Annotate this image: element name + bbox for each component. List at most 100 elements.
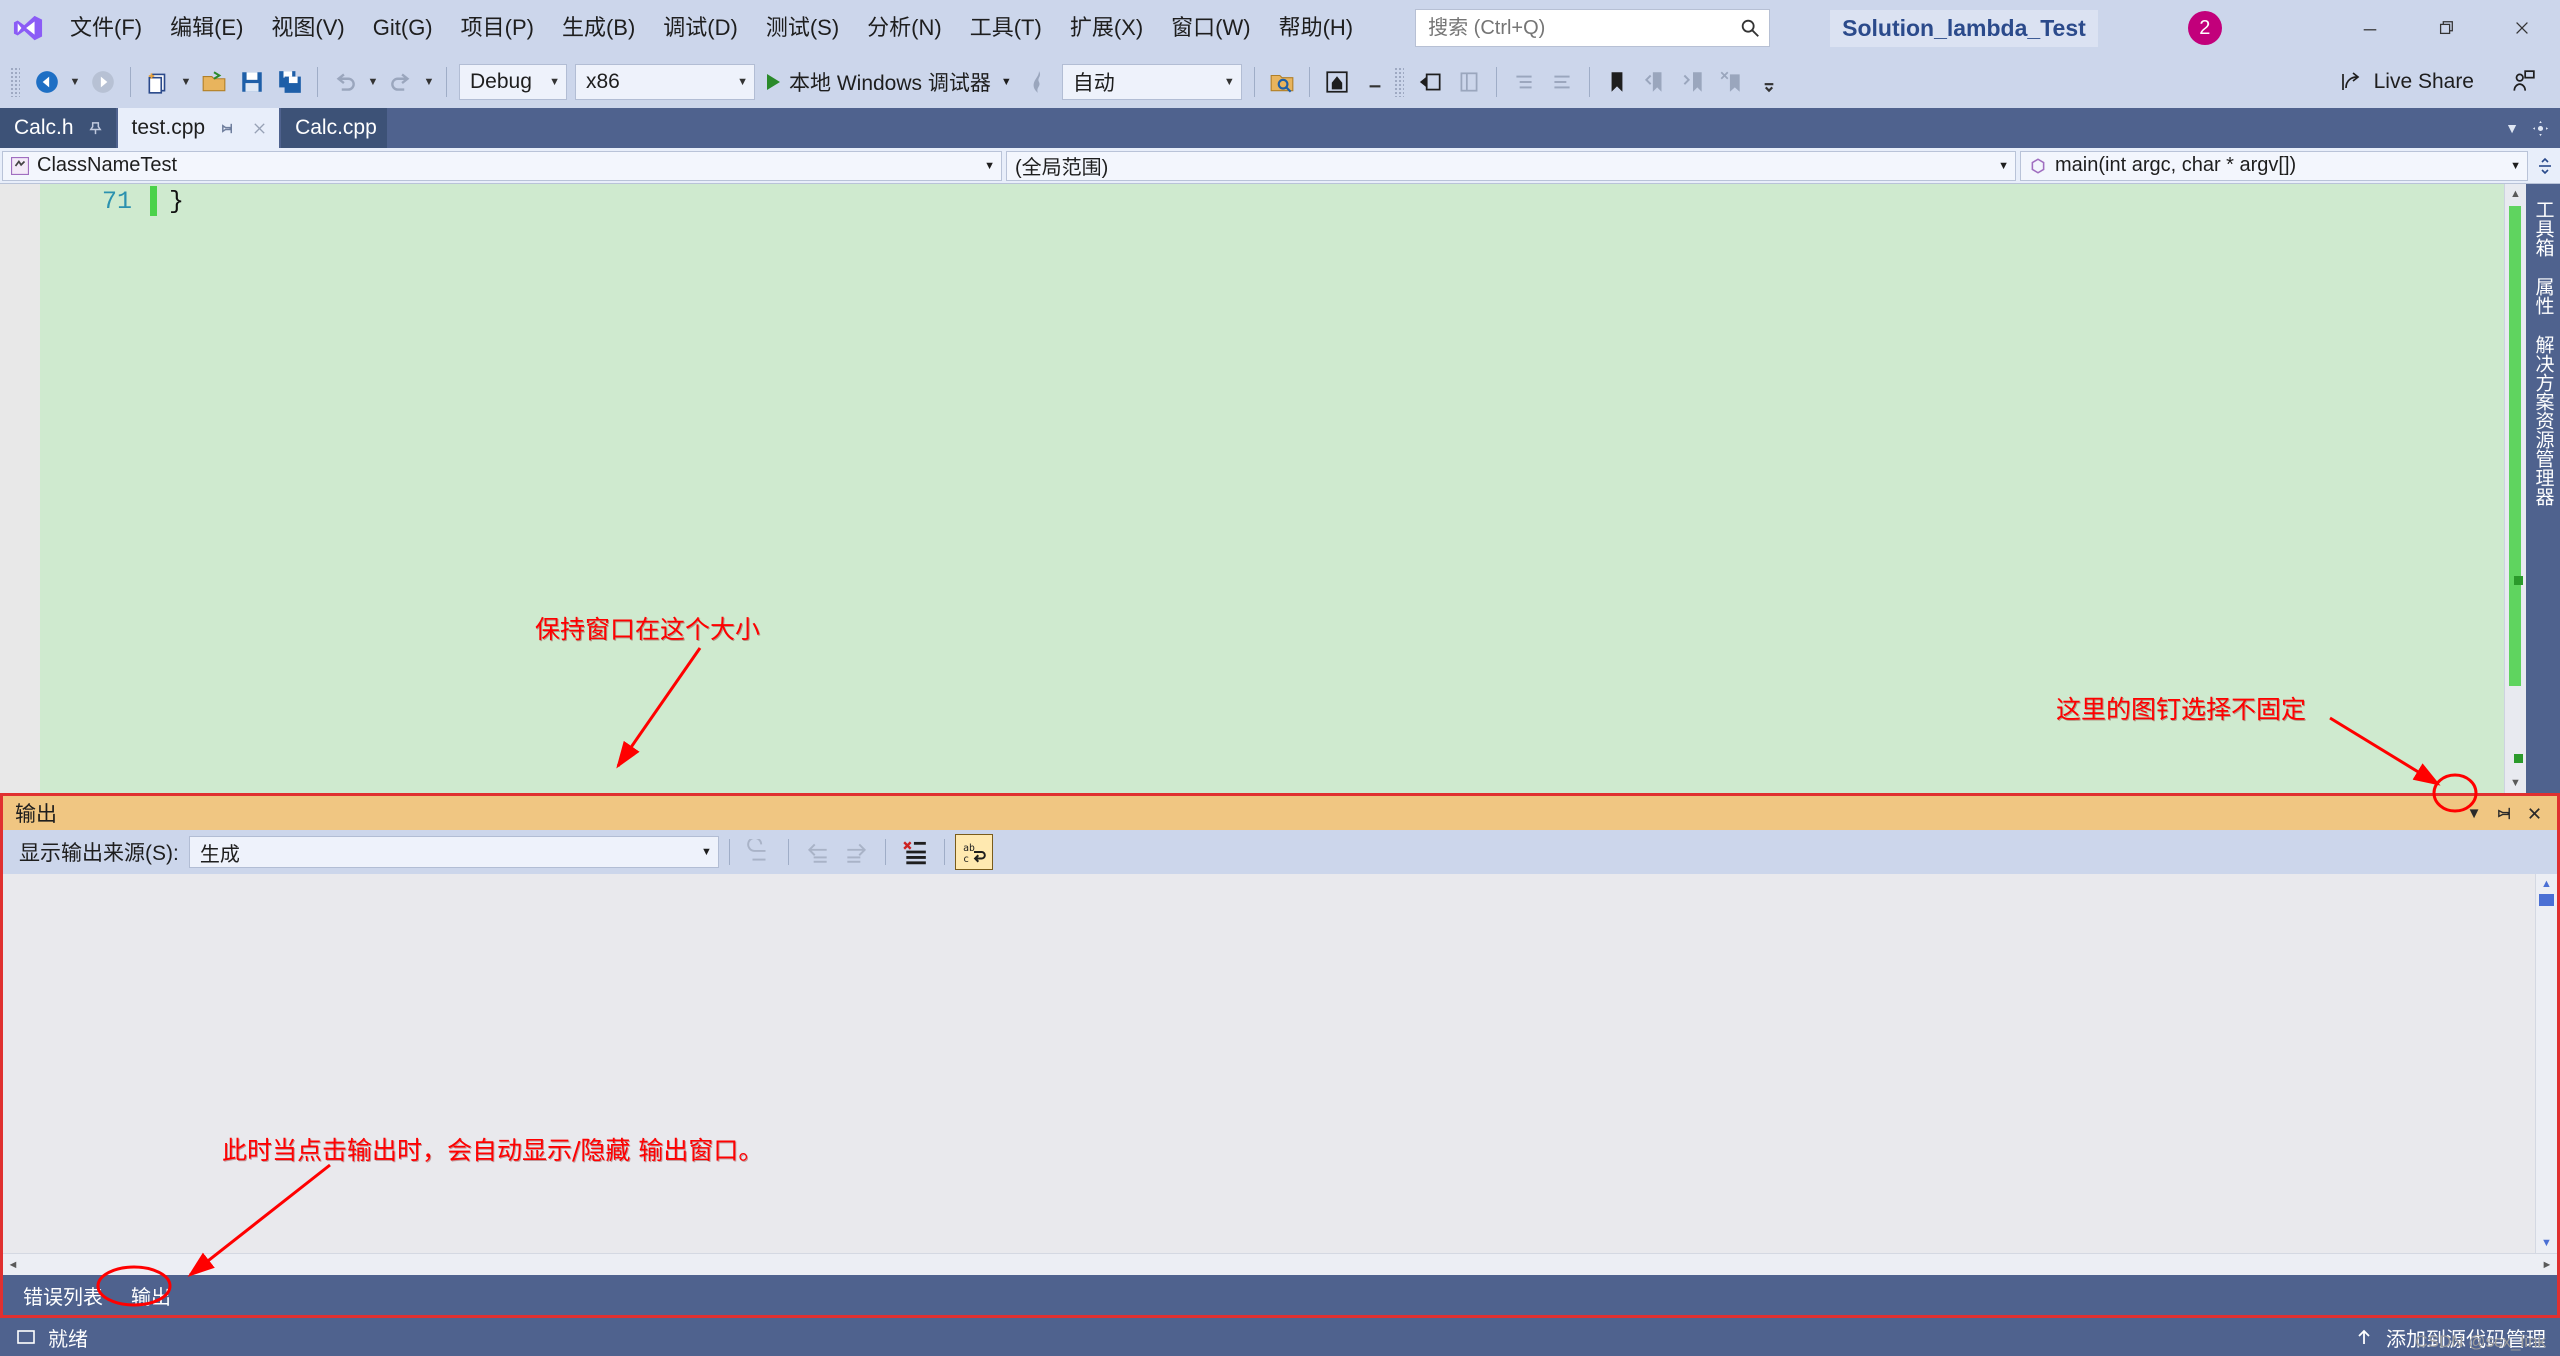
solution-configuration-value: Debug (470, 70, 539, 94)
menu-item-extensions[interactable]: 扩展(X) (1056, 8, 1157, 48)
restore-button[interactable] (2408, 0, 2484, 56)
class-selector-combo[interactable]: ClassNameTest ▼ (2, 151, 1002, 181)
pin-icon[interactable] (217, 118, 237, 138)
member-selector-combo[interactable]: main(int argc, char * argv[]) ▼ (2020, 151, 2528, 181)
navigate-back-dropdown[interactable]: ▼ (66, 62, 84, 102)
output-vertical-scrollbar[interactable]: ▲ ▼ (2535, 874, 2557, 1253)
save-all-icon[interactable] (271, 62, 309, 102)
menu-item-git[interactable]: Git(G) (359, 8, 447, 48)
output-text-area[interactable]: ▲ ▼ (3, 874, 2557, 1253)
scroll-right-icon[interactable]: ► (2537, 1259, 2557, 1271)
document-tab-calc-h[interactable]: Calc.h (0, 108, 116, 148)
search-box[interactable] (1415, 9, 1770, 47)
start-debugging-button[interactable]: 本地 Windows 调试器 ▼ (759, 62, 1020, 102)
properties-window-icon[interactable] (1412, 62, 1450, 102)
close-panel-icon[interactable] (2519, 798, 2549, 828)
dock-tab-properties[interactable]: 属性 (2528, 267, 2559, 325)
live-share-button[interactable]: Live Share (2328, 62, 2486, 102)
editor-indicator-margin (0, 184, 40, 793)
notification-badge[interactable]: 2 (2188, 11, 2222, 45)
scrollbar-thumb[interactable] (2539, 894, 2554, 906)
bookmark-icon[interactable] (1598, 62, 1636, 102)
document-tab-strip: Calc.h test.cpp Calc.cpp ▼ (0, 108, 2560, 148)
document-tab-calc-cpp[interactable]: Calc.cpp (281, 108, 387, 148)
menu-item-project[interactable]: 项目(P) (447, 8, 548, 48)
comment-selection-icon[interactable] (1505, 62, 1543, 102)
menu-item-window[interactable]: 窗口(W) (1157, 8, 1264, 48)
hot-reload-icon[interactable] (1020, 62, 1058, 102)
scroll-up-icon[interactable]: ▲ (2536, 874, 2557, 894)
menu-item-file[interactable]: 文件(F) (56, 8, 156, 48)
go-to-source-icon[interactable] (740, 834, 778, 870)
dock-tab-error-list[interactable]: 错误列表 (9, 1275, 117, 1315)
save-icon[interactable] (233, 62, 271, 102)
dock-tab-output[interactable]: 输出 (117, 1275, 185, 1315)
menu-item-tools[interactable]: 工具(T) (956, 8, 1056, 48)
redo-dropdown[interactable]: ▼ (420, 62, 438, 102)
code-editor[interactable]: 71 } ▲ ▼ (0, 184, 2526, 793)
go-to-next-message-icon[interactable] (837, 834, 875, 870)
menu-item-help[interactable]: 帮助(H) (1265, 8, 1368, 48)
editor-vertical-scrollbar[interactable]: ▲ ▼ (2504, 184, 2526, 793)
toolbar-overflow-icon[interactable] (1750, 62, 1788, 102)
dock-tab-toolbox[interactable]: 工具箱 (2528, 190, 2559, 267)
find-in-files-icon[interactable] (1263, 62, 1301, 102)
editor-text-surface[interactable]: 71 } (40, 184, 2504, 793)
open-file-icon[interactable] (195, 62, 233, 102)
tab-list-dropdown-icon[interactable]: ▼ (2498, 111, 2526, 145)
menu-item-test[interactable]: 测试(S) (752, 8, 853, 48)
tab-settings-gear-icon[interactable] (2526, 111, 2554, 145)
scope-selector-combo[interactable]: (全局范围) ▼ (1006, 151, 2016, 181)
toolbar-grip[interactable] (1394, 67, 1404, 97)
chevron-down-icon: ▼ (1998, 160, 2009, 172)
navigate-back-icon[interactable] (28, 62, 66, 102)
scroll-left-icon[interactable]: ◄ (3, 1259, 23, 1271)
redo-icon[interactable] (382, 62, 420, 102)
scroll-up-icon[interactable]: ▲ (2505, 184, 2526, 204)
output-source-combo[interactable]: 生成 ▼ (189, 836, 719, 868)
document-tab-test-cpp[interactable]: test.cpp (118, 108, 280, 148)
menu-item-debug[interactable]: 调试(D) (649, 8, 752, 48)
chevron-down-icon[interactable]: ▼ (1001, 76, 1012, 88)
solution-configuration-combo[interactable]: Debug ▼ (459, 64, 567, 100)
menu-item-analyze[interactable]: 分析(N) (853, 8, 956, 48)
toolbar-separator (317, 67, 318, 97)
object-browser-icon[interactable] (1450, 62, 1488, 102)
search-input[interactable] (1428, 17, 1739, 40)
dock-tab-solution-explorer[interactable]: 解决方案资源管理器 (2528, 325, 2559, 516)
go-to-previous-message-icon[interactable] (799, 834, 837, 870)
panel-menu-icon[interactable]: ▼ (2459, 798, 2489, 828)
auto-hide-pin-icon[interactable] (2489, 798, 2519, 828)
uncomment-selection-icon[interactable] (1543, 62, 1581, 102)
send-feedback-icon[interactable] (2504, 62, 2542, 102)
previous-bookmark-icon[interactable] (1636, 62, 1674, 102)
pin-icon[interactable] (86, 118, 106, 138)
toggle-word-wrap-icon[interactable]: ab c (955, 834, 993, 870)
output-horizontal-scrollbar[interactable]: ◄ ► (3, 1253, 2557, 1275)
clear-bookmarks-icon[interactable] (1712, 62, 1750, 102)
visual-studio-logo-icon (0, 0, 56, 56)
clear-all-icon[interactable] (896, 834, 934, 870)
new-item-dropdown[interactable]: ▼ (177, 62, 195, 102)
close-button[interactable] (2484, 0, 2560, 56)
menu-item-edit[interactable]: 编辑(E) (156, 8, 257, 48)
close-icon[interactable] (249, 118, 269, 138)
navigate-forward-icon[interactable] (84, 62, 122, 102)
toolbar-options-icon[interactable] (1356, 62, 1394, 102)
undo-icon[interactable] (326, 62, 364, 102)
auto-attach-combo[interactable]: 自动 ▼ (1062, 64, 1242, 100)
next-bookmark-icon[interactable] (1674, 62, 1712, 102)
undo-dropdown[interactable]: ▼ (364, 62, 382, 102)
menu-item-build[interactable]: 生成(B) (548, 8, 649, 48)
split-editor-icon[interactable] (2532, 151, 2558, 181)
menu-item-view[interactable]: 视图(V) (257, 8, 358, 48)
solution-explorer-icon[interactable] (1318, 62, 1356, 102)
toolbar-grip[interactable] (10, 67, 20, 97)
new-item-icon[interactable] (139, 62, 177, 102)
minimize-button[interactable] (2332, 0, 2408, 56)
solution-platform-combo[interactable]: x86 ▼ (575, 64, 755, 100)
scroll-down-icon[interactable]: ▼ (2536, 1233, 2557, 1253)
scroll-down-icon[interactable]: ▼ (2505, 773, 2526, 793)
code-line[interactable]: 71 } (40, 184, 2504, 218)
title-menu-bar: 文件(F) 编辑(E) 视图(V) Git(G) 项目(P) 生成(B) 调试(… (0, 0, 2560, 56)
